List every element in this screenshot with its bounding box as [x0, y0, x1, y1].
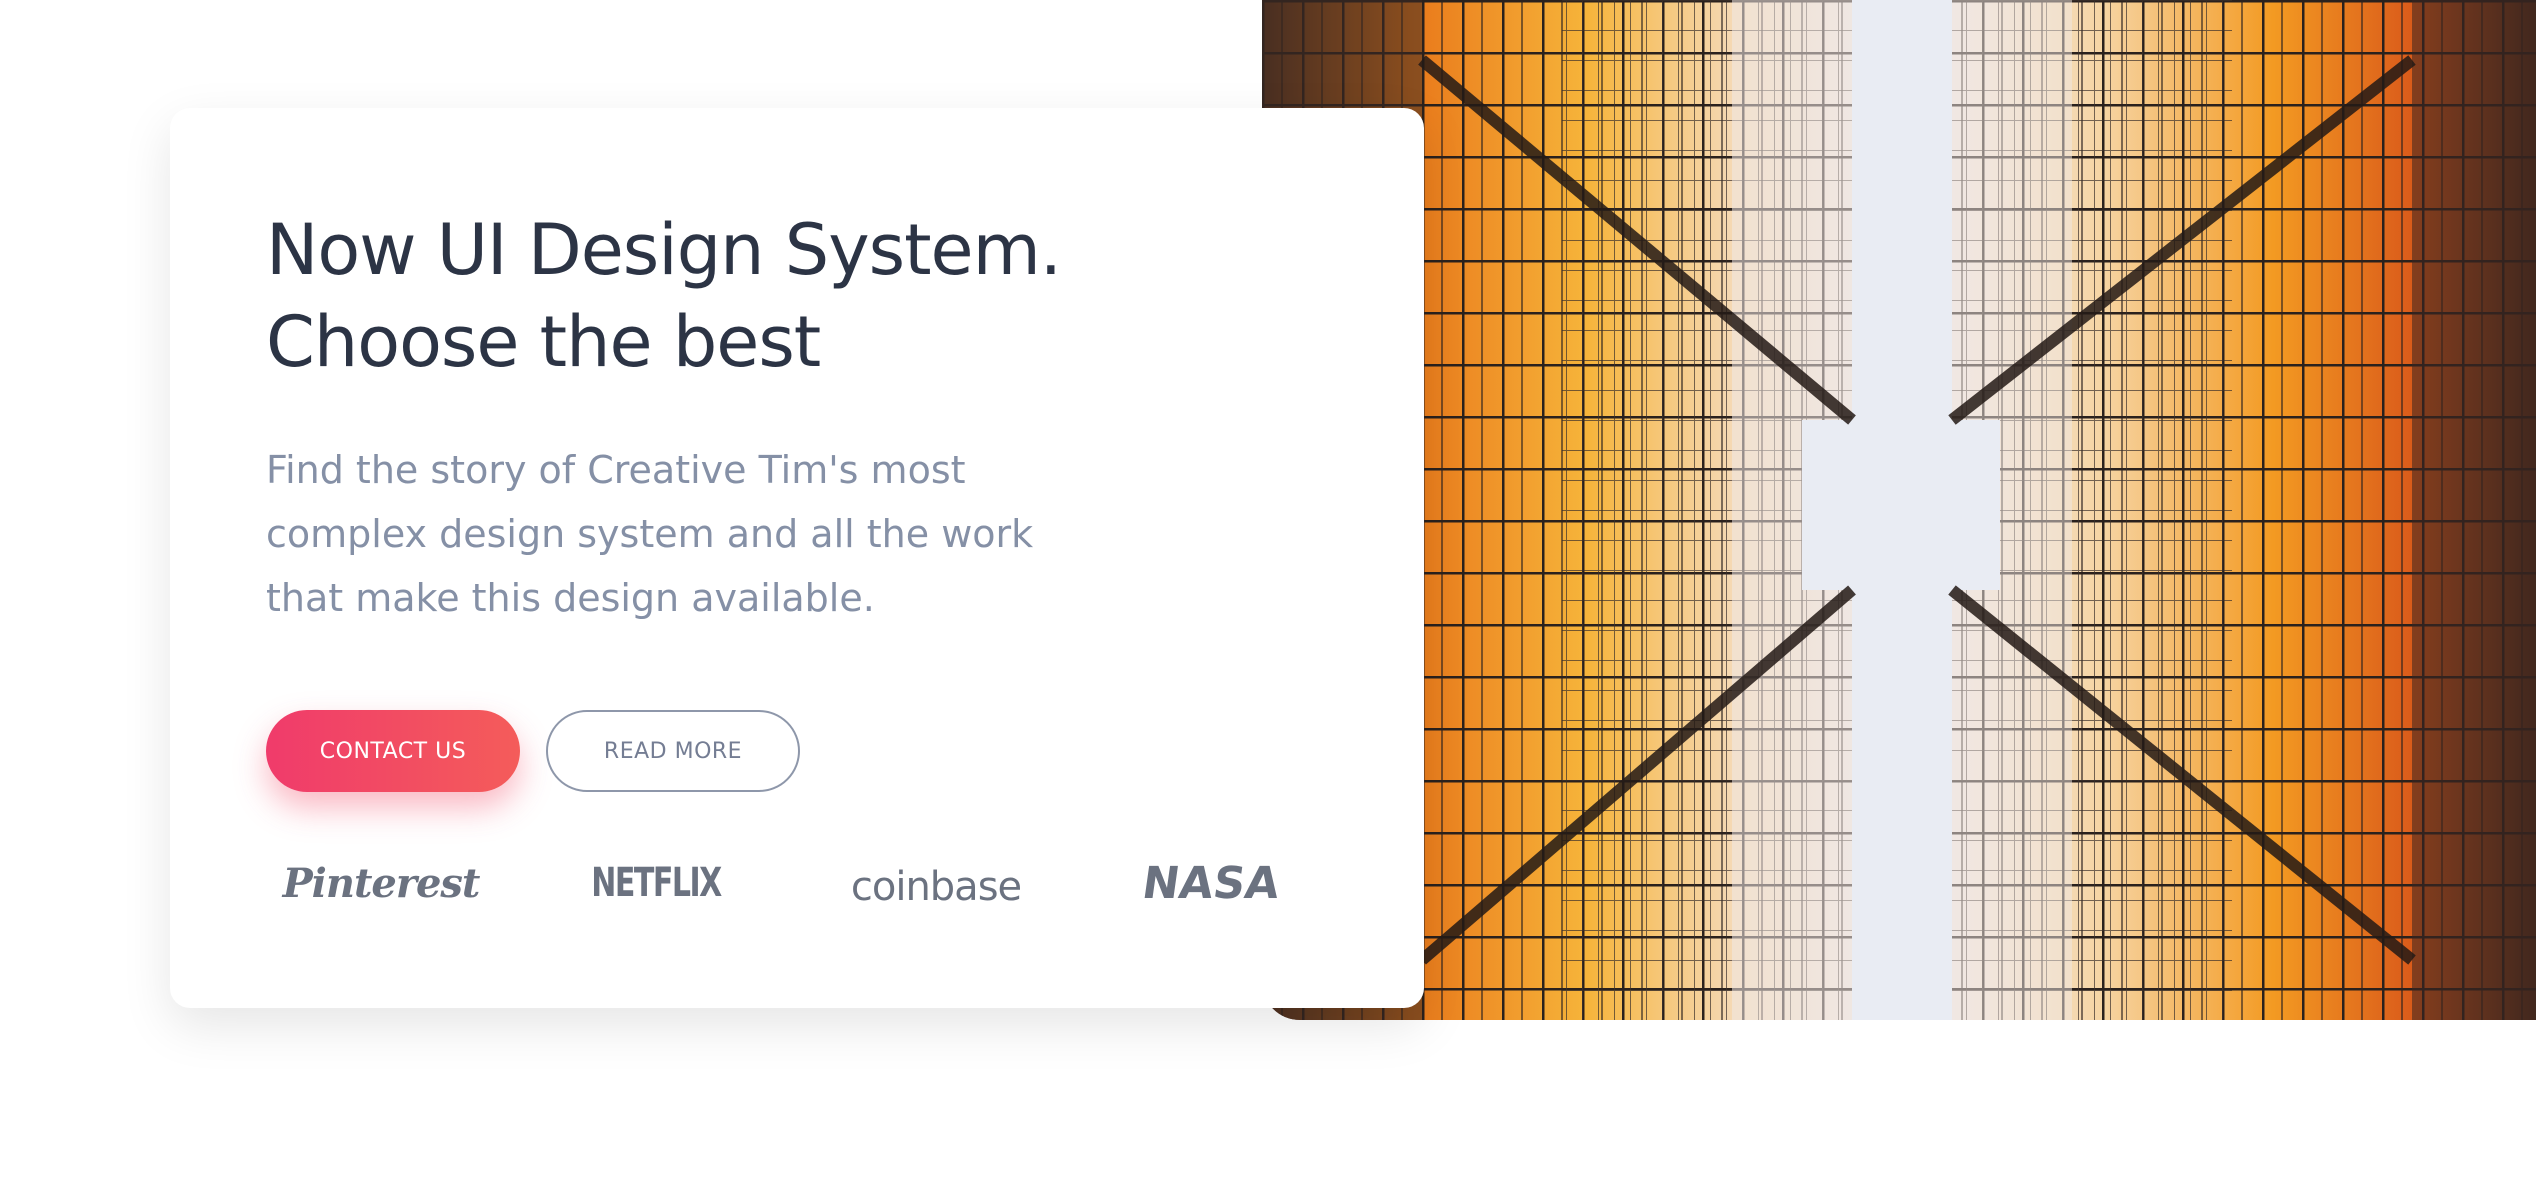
hero-title: Now UI Design System. Choose the best	[266, 204, 1266, 388]
hero-description-line-1: Find the story of Creative Tim's most	[266, 448, 966, 492]
hero-description-line-3: that make this design available.	[266, 576, 875, 620]
read-more-button[interactable]: READ MORE	[546, 710, 800, 792]
client-logos: Pinterest NETFLIX coinbase NASA	[266, 848, 1306, 918]
hero-photo-skyscrapers	[1262, 0, 2536, 1020]
coinbase-logo: coinbase	[850, 864, 1022, 910]
hero-description: Find the story of Creative Tim's most co…	[266, 438, 1126, 630]
hero-title-line-1: Now UI Design System.	[266, 209, 1062, 291]
hero-description-line-2: complex design system and all the work	[266, 512, 1034, 556]
netflix-logo: NETFLIX	[591, 860, 722, 906]
nasa-logo: NASA	[1139, 857, 1283, 909]
hero-title-line-2: Choose the best	[266, 301, 821, 383]
page: Now UI Design System. Choose the best Fi…	[0, 0, 2536, 1188]
hero-card: Now UI Design System. Choose the best Fi…	[170, 108, 1424, 1008]
pinterest-logo: Pinterest	[282, 859, 481, 907]
contact-us-button[interactable]: CONTACT US	[266, 710, 520, 792]
